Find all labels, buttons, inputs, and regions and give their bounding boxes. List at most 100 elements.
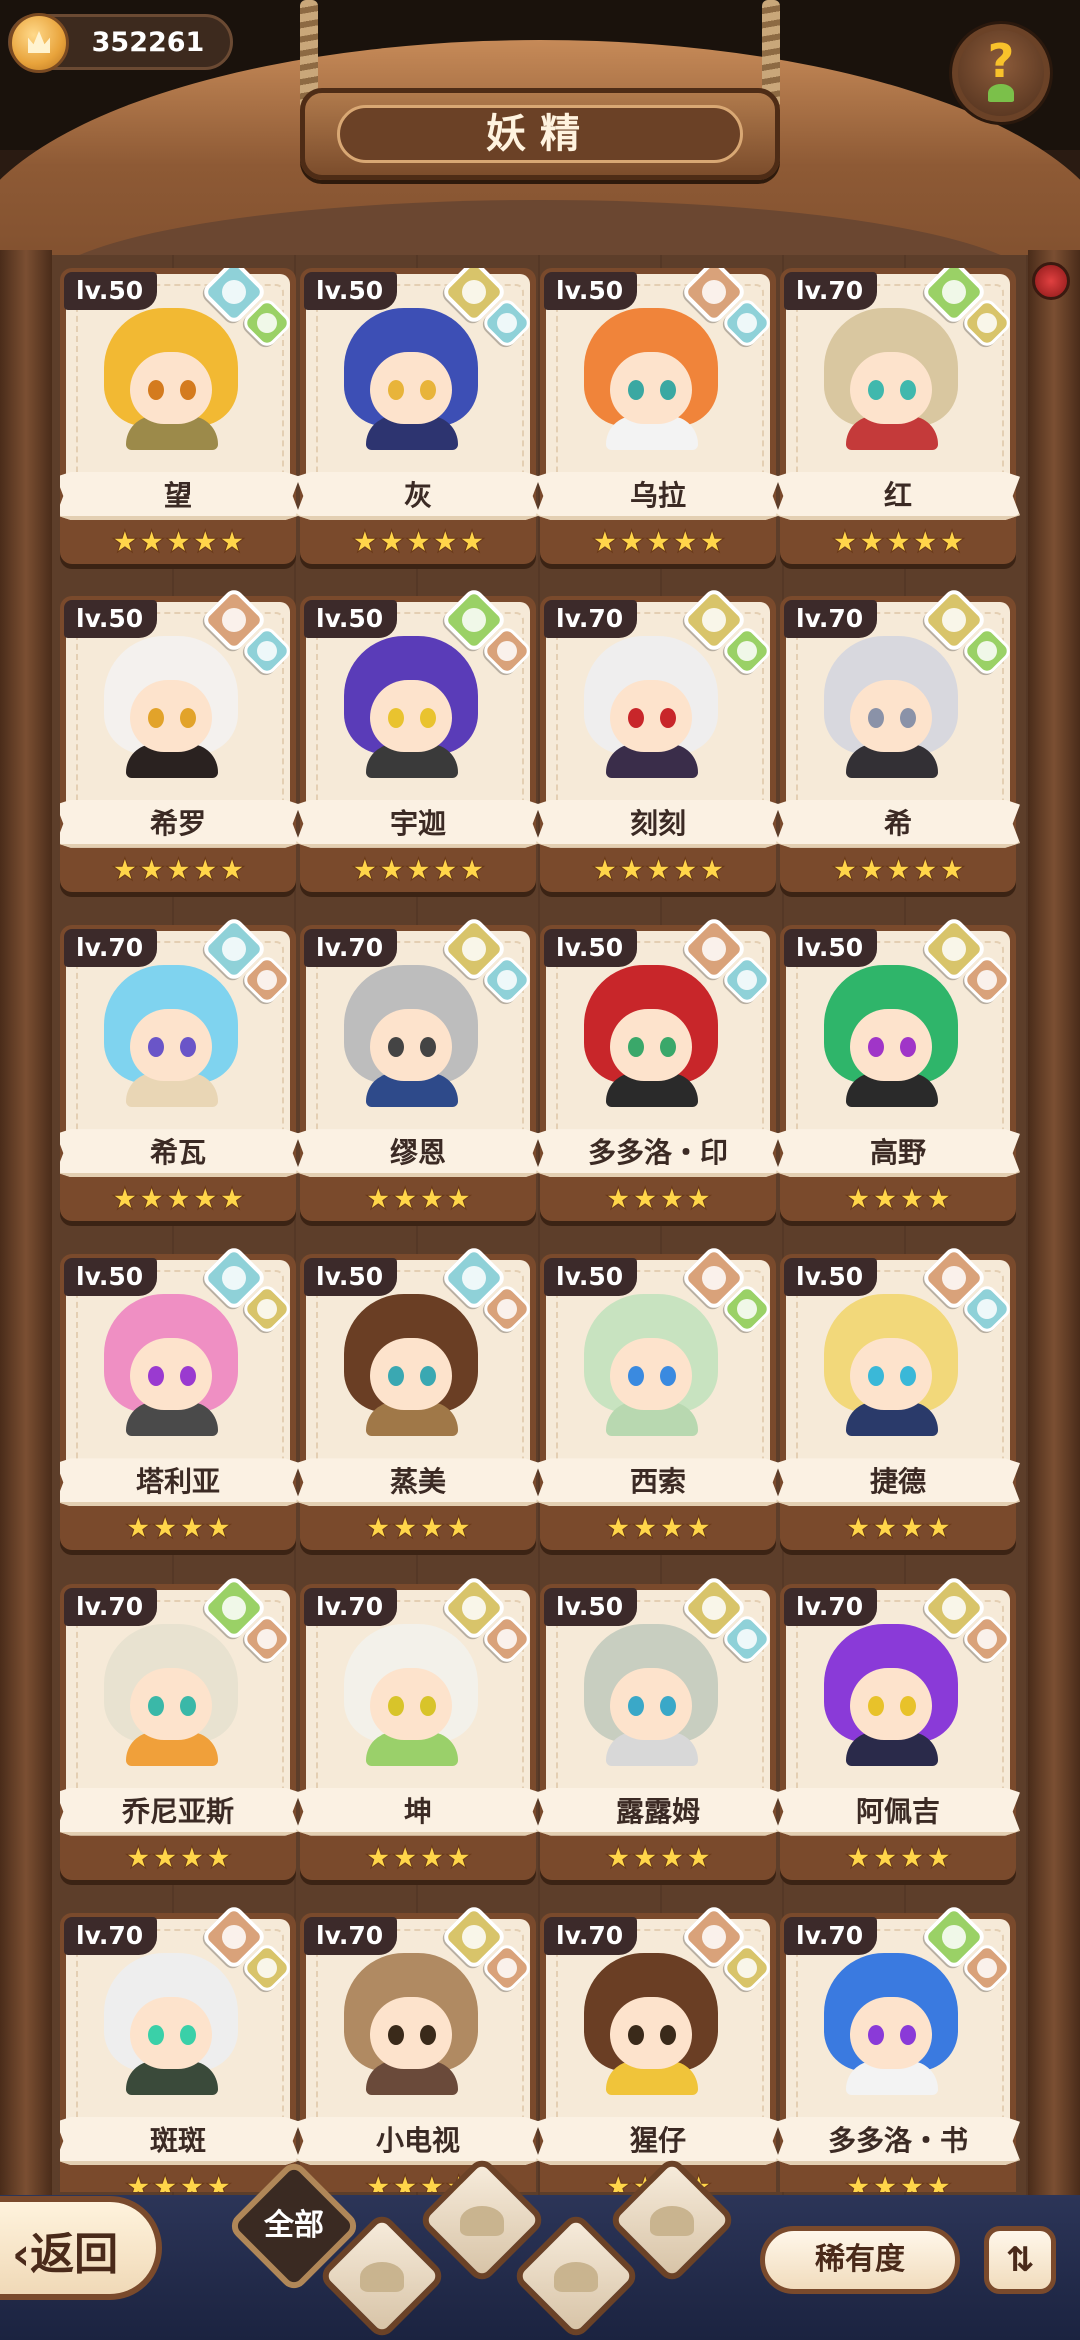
fairy-name: 捷德 (869, 1465, 926, 1499)
fairy-portrait (816, 1294, 966, 1437)
star-rating: ★★★★ (124, 2168, 233, 2192)
fairy-card[interactable]: lv.50 灰 ★★★★★ (296, 268, 540, 568)
portrait-eye (868, 380, 884, 400)
fairy-card[interactable]: lv.70 斑斑 ★★★★ (60, 1903, 300, 2192)
fairy-name: 蒸美 (389, 1465, 446, 1499)
portrait-eye (660, 1037, 676, 1058)
fairy-card[interactable]: lv.50 露露姆 ★★★★ (536, 1573, 780, 1884)
portrait-face (610, 1996, 692, 2069)
portrait-eye (660, 707, 676, 728)
portrait-eye (628, 707, 644, 728)
fairy-name: 多多洛・书 (827, 2123, 968, 2157)
fairy-portrait (96, 1952, 246, 2095)
level-badge: lv.70 (304, 1587, 398, 1626)
fairy-portrait (816, 965, 966, 1108)
fairy-card[interactable]: lv.50 塔利亚 ★★★★ (60, 1244, 300, 1554)
fairy-card[interactable]: lv.70 猩仔 ★★★★ (536, 1903, 780, 2192)
fairy-name: 刻刻 (629, 806, 686, 840)
level-badge: lv.70 (64, 1587, 158, 1626)
fairy-card[interactable]: lv.70 缪恩 ★★★★ (296, 915, 540, 1225)
fairy-card[interactable]: lv.50 西索 ★★★★ (536, 1244, 780, 1554)
star-rating: ★★★★ (364, 1839, 473, 1876)
portrait-eye (660, 1695, 676, 1716)
fairy-card[interactable]: lv.70 多多洛・书 ★★★★ (776, 1903, 1020, 2192)
fairy-card[interactable]: lv.70 刻刻 ★★★★★ (536, 585, 780, 896)
fairy-name: 多多洛・印 (587, 1136, 728, 1170)
star-rating: ★★★★★ (351, 524, 487, 561)
level-badge: lv.70 (784, 599, 878, 638)
level-badge: lv.70 (64, 1916, 158, 1955)
fairy-card[interactable]: lv.50 捷德 ★★★★ (776, 1244, 1020, 1554)
level-badge: lv.70 (304, 1916, 398, 1955)
fairy-card[interactable]: lv.70 坤 ★★★★ (296, 1573, 540, 1884)
fairy-card[interactable]: lv.70 阿佩吉 ★★★★ (776, 1573, 1020, 1884)
portrait-eye (628, 1695, 644, 1716)
portrait-face (370, 352, 452, 424)
portrait-face (850, 1338, 932, 1411)
portrait-eye (148, 380, 164, 400)
fairy-portrait (336, 635, 486, 778)
star-rating: ★★★★★ (591, 524, 727, 561)
fairy-portrait (336, 308, 486, 450)
star-rating: ★★★★★ (831, 851, 967, 888)
portrait-face (130, 1338, 212, 1411)
title-inner: 妖精 (337, 105, 743, 163)
frame-left (0, 250, 52, 2210)
fairy-card[interactable]: lv.50 蒸美 ★★★★ (296, 1244, 540, 1554)
portrait-eye (420, 2024, 436, 2045)
portrait-eye (900, 707, 916, 728)
portrait-face (610, 1338, 692, 1411)
portrait-eye (628, 2024, 644, 2045)
portrait-face (850, 1009, 932, 1082)
fairy-card[interactable]: lv.50 多多洛・印 ★★★★ (536, 915, 780, 1225)
fairy-card[interactable]: lv.50 宇迦 ★★★★★ (296, 585, 540, 896)
level-badge: lv.70 (784, 1916, 878, 1955)
portrait-face (610, 1667, 692, 1740)
fairy-card[interactable]: lv.70 希 ★★★★★ (776, 585, 1020, 896)
portrait-eye (148, 2024, 164, 2045)
portrait-face (610, 1009, 692, 1082)
ladybug-icon (1032, 262, 1070, 300)
fairy-portrait (816, 308, 966, 450)
fairy-name: 斑斑 (149, 2123, 206, 2157)
fairy-portrait (816, 1623, 966, 1766)
sort-order-button[interactable]: ⇅ (984, 2226, 1056, 2294)
portrait-eye (628, 1037, 644, 1058)
fairy-card[interactable]: lv.70 红 ★★★★★ (776, 268, 1020, 568)
portrait-eye (388, 707, 404, 728)
portrait-face (610, 352, 692, 424)
fairy-card[interactable]: lv.70 希瓦 ★★★★★ (60, 915, 300, 1225)
rarity-sort-button[interactable]: 稀有度 (760, 2226, 960, 2294)
portrait-face (850, 1996, 932, 2069)
fairy-name: 红 (883, 479, 912, 512)
fairy-card[interactable]: lv.70 乔尼亚斯 ★★★★ (60, 1573, 300, 1884)
currency-display[interactable]: 352261 (8, 13, 233, 73)
fairy-card[interactable]: lv.50 乌拉 ★★★★★ (536, 268, 780, 568)
level-badge: lv.50 (304, 1258, 398, 1297)
fairy-name: 坤 (403, 1794, 432, 1828)
fairy-card[interactable]: lv.50 望 ★★★★★ (60, 268, 300, 568)
fairy-card[interactable]: lv.50 高野 ★★★★ (776, 915, 1020, 1225)
portrait-eye (900, 380, 916, 400)
portrait-face (370, 1996, 452, 2069)
fairy-name: 希罗 (149, 806, 206, 840)
fairy-portrait (816, 635, 966, 778)
level-badge: lv.50 (544, 1258, 638, 1297)
fairy-name: 乌拉 (629, 479, 686, 512)
star-rating: ★★★★ (364, 1510, 473, 1547)
fairy-portrait (336, 965, 486, 1108)
star-rating: ★★★★ (124, 1839, 233, 1876)
fairy-portrait (576, 635, 726, 778)
level-badge: lv.70 (784, 1587, 878, 1626)
back-button[interactable]: ‹返回 (0, 2196, 162, 2300)
level-badge: lv.50 (64, 599, 158, 638)
portrait-eye (180, 1037, 196, 1058)
star-rating: ★★★★★ (111, 851, 247, 888)
fairy-card[interactable]: lv.50 希罗 ★★★★★ (60, 585, 300, 896)
fairy-card[interactable]: lv.70 小电视 ★★★★ (296, 1903, 540, 2192)
star-rating: ★★★★★ (591, 851, 727, 888)
help-button[interactable]: ? (952, 24, 1050, 122)
fairy-name: 小电视 (375, 2123, 460, 2157)
portrait-eye (388, 380, 404, 400)
droplet-filter-icon (460, 2206, 504, 2236)
